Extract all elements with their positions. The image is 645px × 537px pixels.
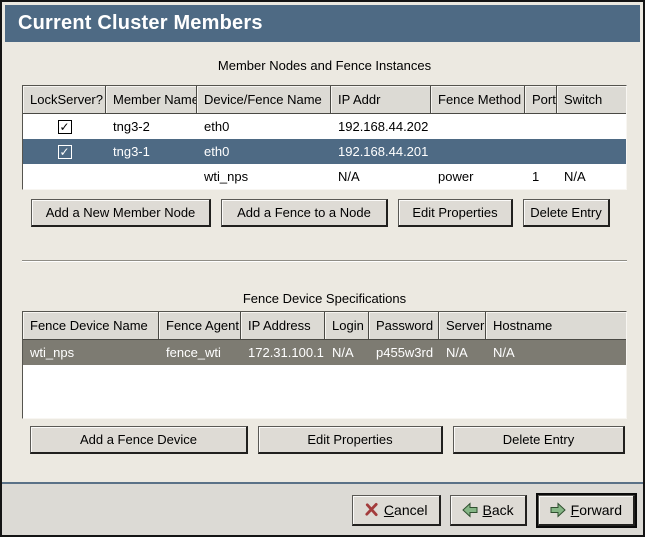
device-fence-name-cell: wti_nps	[197, 164, 331, 189]
delete-entry-button[interactable]: Delete Entry	[453, 426, 625, 454]
section-separator	[22, 260, 627, 262]
switch-cell	[557, 139, 626, 164]
cancel-x-icon	[364, 502, 379, 517]
cancel-button-label: Cancel	[384, 502, 428, 518]
check-icon: ✓	[59, 146, 69, 158]
column-header-password[interactable]: Password	[369, 312, 439, 340]
member-table: LockServer? Member Name Device/Fence Nam…	[22, 85, 627, 190]
member-table-caption: Member Nodes and Fence Instances	[22, 58, 627, 73]
column-header-login[interactable]: Login	[325, 312, 369, 340]
table-row-selected[interactable]: ✓ tng3-1 eth0 192.168.44.201	[23, 139, 626, 164]
forward-button-label: Forward	[571, 502, 622, 518]
table-row[interactable]: ✓ tng3-2 eth0 192.168.44.202	[23, 114, 626, 139]
member-table-header: LockServer? Member Name Device/Fence Nam…	[23, 86, 626, 114]
cluster-members-dialog: Current Cluster Members Member Nodes and…	[0, 0, 645, 537]
hostname-cell: N/A	[486, 340, 626, 365]
ip-addr-cell: N/A	[331, 164, 431, 189]
add-fence-to-node-button[interactable]: Add a Fence to a Node	[221, 199, 388, 227]
table-row[interactable]: wti_nps N/A power 1 N/A	[23, 164, 626, 189]
lockserver-cell: ✓	[23, 114, 106, 139]
column-header-lockserver[interactable]: LockServer?	[23, 86, 106, 114]
fence-method-cell	[431, 139, 525, 164]
edit-properties-button[interactable]: Edit Properties	[398, 199, 513, 227]
fence-device-table: Fence Device Name Fence Agent IP Address…	[22, 311, 627, 419]
server-cell: N/A	[439, 340, 486, 365]
column-header-ip-address[interactable]: IP Address	[241, 312, 325, 340]
port-cell: 1	[525, 164, 557, 189]
column-header-switch[interactable]: Switch	[557, 86, 626, 114]
add-fence-device-button[interactable]: Add a Fence Device	[30, 426, 248, 454]
check-icon: ✓	[59, 121, 69, 133]
action-bar: Cancel Back Forward	[2, 484, 643, 536]
fence-method-cell	[431, 114, 525, 139]
forward-button[interactable]: Forward	[538, 495, 635, 526]
member-name-cell	[106, 164, 197, 189]
lockserver-cell: ✓	[23, 139, 106, 164]
checkbox-checked[interactable]: ✓	[58, 120, 72, 134]
login-cell: N/A	[325, 340, 369, 365]
column-header-device-fence-name[interactable]: Device/Fence Name	[197, 86, 331, 114]
table-row-selected[interactable]: wti_nps fence_wti 172.31.100.1 N/A p455w…	[23, 340, 626, 365]
back-button-label: Back	[483, 502, 514, 518]
device-fence-name-cell: eth0	[197, 114, 331, 139]
fence-agent-cell: fence_wti	[159, 340, 241, 365]
page-title: Current Cluster Members	[5, 5, 640, 42]
member-name-cell: tng3-1	[106, 139, 197, 164]
column-header-port[interactable]: Port	[525, 86, 557, 114]
empty-table-area	[23, 365, 626, 418]
fence-table-actions: Add a Fence Device Edit Properties Delet…	[30, 426, 627, 454]
ip-address-cell: 172.31.100.1	[241, 340, 325, 365]
cancel-button[interactable]: Cancel	[352, 495, 441, 526]
fence-table-header: Fence Device Name Fence Agent IP Address…	[23, 312, 626, 340]
ip-addr-cell: 192.168.44.202	[331, 114, 431, 139]
add-member-node-button[interactable]: Add a New Member Node	[31, 199, 211, 227]
column-header-hostname[interactable]: Hostname	[486, 312, 626, 340]
checkbox-checked[interactable]: ✓	[58, 145, 72, 159]
password-cell: p455w3rd	[369, 340, 439, 365]
column-header-fence-agent[interactable]: Fence Agent	[159, 312, 241, 340]
column-header-member-name[interactable]: Member Name	[106, 86, 197, 114]
column-header-fence-device-name[interactable]: Fence Device Name	[23, 312, 159, 340]
fence-device-name-cell: wti_nps	[23, 340, 159, 365]
member-table-actions: Add a New Member Node Add a Fence to a N…	[31, 199, 627, 227]
fence-table-caption: Fence Device Specifications	[22, 291, 627, 306]
column-header-ip-addr[interactable]: IP Addr	[331, 86, 431, 114]
device-fence-name-cell: eth0	[197, 139, 331, 164]
edit-properties-button[interactable]: Edit Properties	[258, 426, 443, 454]
port-cell	[525, 139, 557, 164]
port-cell	[525, 114, 557, 139]
switch-cell	[557, 114, 626, 139]
ip-addr-cell: 192.168.44.201	[331, 139, 431, 164]
arrow-right-icon	[550, 502, 566, 518]
lockserver-cell	[23, 164, 106, 189]
arrow-left-icon	[462, 502, 478, 518]
back-button[interactable]: Back	[450, 495, 527, 526]
fence-method-cell: power	[431, 164, 525, 189]
delete-entry-button[interactable]: Delete Entry	[523, 199, 610, 227]
switch-cell: N/A	[557, 164, 626, 189]
column-header-fence-method[interactable]: Fence Method	[431, 86, 525, 114]
column-header-server[interactable]: Server	[439, 312, 486, 340]
member-name-cell: tng3-2	[106, 114, 197, 139]
